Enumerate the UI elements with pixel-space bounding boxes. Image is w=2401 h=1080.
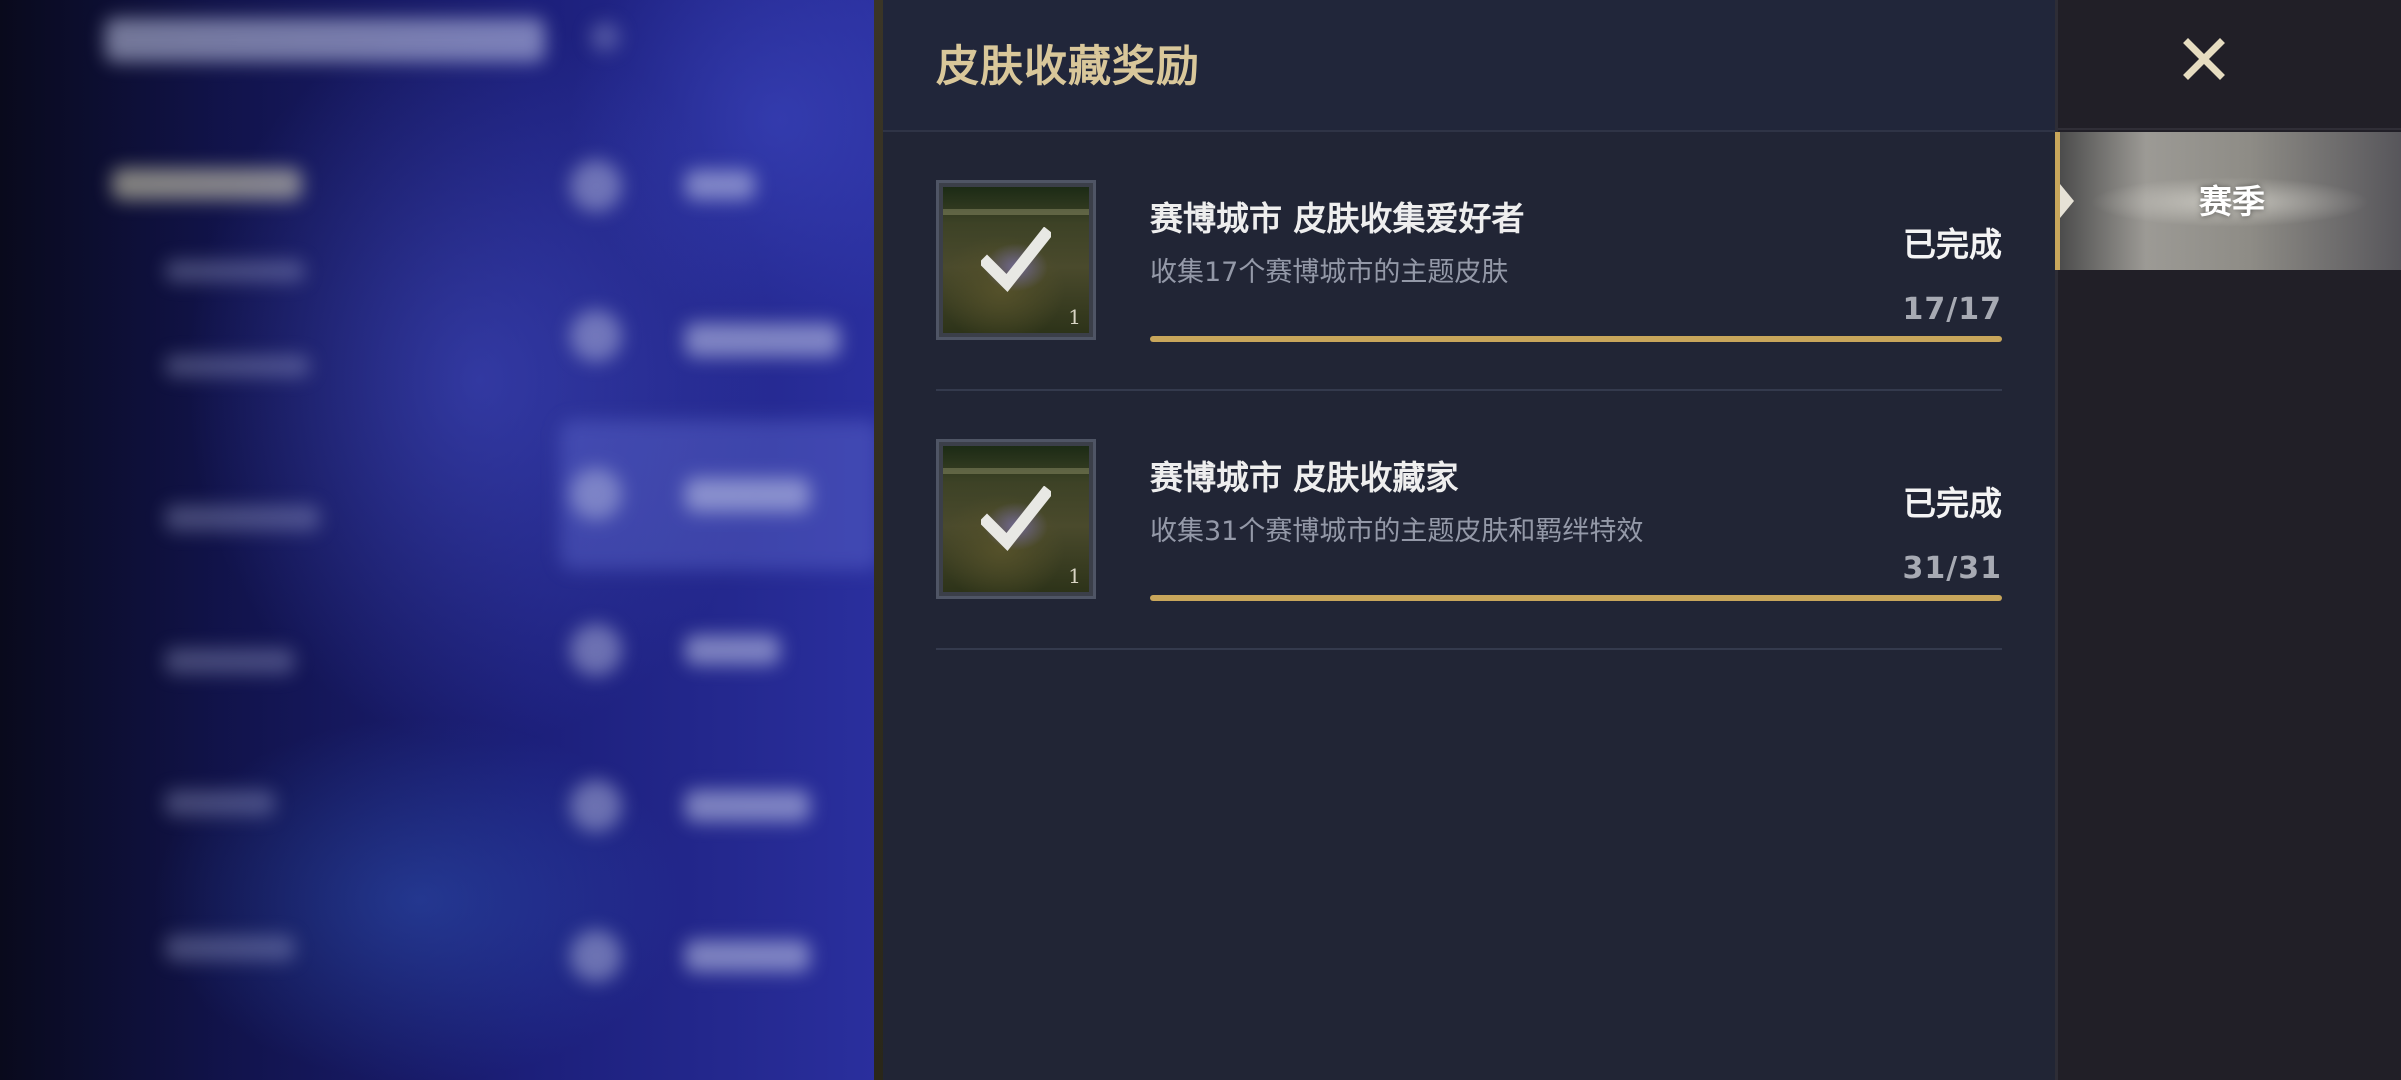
reward-title: 赛博城市 皮肤收集爱好者	[1150, 199, 1525, 238]
checkmark-icon	[981, 486, 1051, 552]
status-badge: 已完成	[1903, 484, 2002, 523]
reward-description: 收集17个赛博城市的主题皮肤	[1150, 257, 1509, 288]
reward-item: 1 赛博城市 皮肤收藏家 收集31个赛博城市的主题皮肤和羁绊特效 已完成 31/…	[936, 391, 2002, 650]
skin-collection-panel: 皮肤收藏奖励 1 赛博城市 皮肤收集爱好者 收集17个赛博城市的主题皮肤 已完成…	[883, 0, 2055, 1080]
reward-item: 1 赛博城市 皮肤收集爱好者 收集17个赛博城市的主题皮肤 已完成 17/17	[936, 132, 2002, 391]
close-icon	[2183, 38, 2225, 80]
tab-season[interactable]: 赛季	[2055, 132, 2401, 270]
progress-fill	[1150, 336, 2002, 342]
page-title: 皮肤收藏奖励	[936, 42, 1200, 92]
reward-icon[interactable]: 1	[936, 180, 1096, 340]
reward-thumbnail: 1	[943, 446, 1089, 592]
progress-fill	[1150, 595, 2002, 601]
panel-border	[874, 0, 883, 1080]
status-badge: 已完成	[1903, 225, 2002, 264]
progress-text: 31/31	[1902, 551, 2002, 586]
checkmark-icon	[981, 227, 1051, 293]
blurred-background	[0, 0, 880, 1080]
progress-bar	[1150, 336, 2002, 342]
progress-bar	[1150, 595, 2002, 601]
app-root: 皮肤收藏奖励 1 赛博城市 皮肤收集爱好者 收集17个赛博城市的主题皮肤 已完成…	[0, 0, 2401, 1080]
reward-thumbnail: 1	[943, 187, 1089, 333]
tab-label: 赛季	[2199, 182, 2265, 221]
reward-count: 1	[1068, 305, 1081, 329]
close-button[interactable]	[2058, 0, 2401, 130]
side-tab-column: 赛季	[2055, 0, 2401, 1080]
reward-count: 1	[1068, 564, 1081, 588]
reward-description: 收集31个赛博城市的主题皮肤和羁绊特效	[1150, 516, 1644, 547]
reward-icon[interactable]: 1	[936, 439, 1096, 599]
reward-title: 赛博城市 皮肤收藏家	[1150, 458, 1459, 497]
divider	[936, 648, 2002, 650]
progress-text: 17/17	[1902, 292, 2002, 327]
panel-header: 皮肤收藏奖励	[883, 0, 2055, 132]
